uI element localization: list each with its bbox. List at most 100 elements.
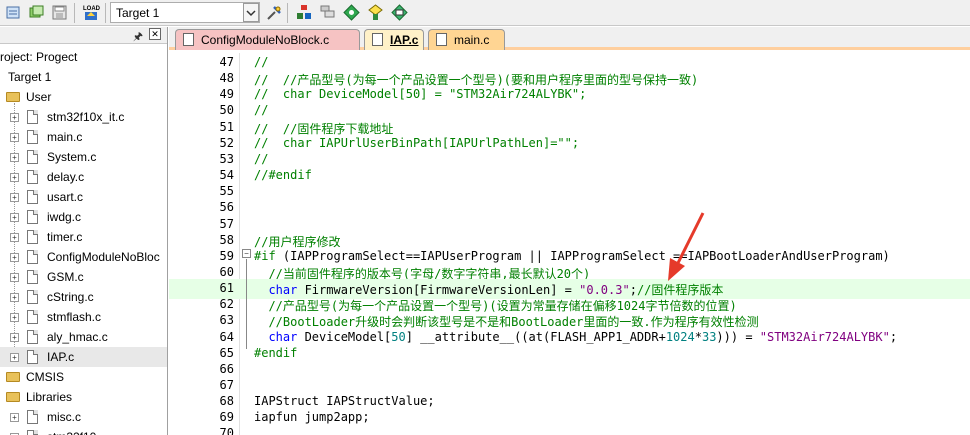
pin-icon[interactable]: 🖈	[133, 28, 143, 47]
save-file-icon[interactable]	[50, 3, 69, 22]
new-file-icon[interactable]	[4, 3, 23, 22]
file-item[interactable]: + usart.c	[0, 187, 167, 207]
file-label: iwdg.c	[47, 210, 82, 224]
code-text: char DeviceModel[50] __attribute__((at(F…	[268, 329, 898, 344]
line-number: 65	[219, 345, 234, 360]
file-item[interactable]: + IAP.c	[0, 347, 167, 367]
file-item[interactable]: + cString.c	[0, 287, 167, 307]
target-options-icon[interactable]	[264, 3, 283, 22]
file-item[interactable]: + timer.c	[0, 227, 167, 247]
expand-icon[interactable]: +	[10, 313, 19, 322]
file-label: timer.c	[47, 230, 83, 244]
file-icon	[372, 33, 383, 46]
folder-icon	[6, 372, 20, 382]
target-node[interactable]: Target 1	[0, 67, 167, 87]
line-number: 48	[219, 71, 234, 86]
code-editor[interactable]: 47//48// //产品型号(为每一个产品设置一个型号)(要和用户程序里面的型…	[169, 53, 970, 435]
file-icon	[27, 150, 38, 164]
manage-components-icon[interactable]	[294, 3, 313, 22]
project-panel: 🖈 ✕ roject: Progect Target 1 User + stm32…	[0, 27, 168, 435]
file-label: delay.c	[47, 170, 85, 184]
code-text: IAPStruct IAPStructValue;	[254, 394, 435, 409]
file-item[interactable]: + ConfigModuleNoBloc	[0, 247, 167, 267]
expand-icon[interactable]: +	[10, 413, 19, 422]
group-libraries[interactable]: Libraries	[0, 387, 167, 407]
line-number: 67	[219, 378, 234, 392]
file-item[interactable]: + stm32f10x_it.c	[0, 107, 167, 127]
line-number: 53	[219, 151, 234, 166]
code-text: iapfun jump2app;	[254, 410, 370, 425]
file-item[interactable]: + delay.c	[0, 167, 167, 187]
file-item[interactable]: + main.c	[0, 127, 167, 147]
editor-tab-bar: ConfigModuleNoBlock.c IAP.c main.c	[169, 27, 970, 50]
expand-icon[interactable]: +	[10, 113, 19, 122]
tab-label: ConfigModuleNoBlock.c	[201, 33, 330, 47]
group-label: User	[26, 90, 52, 104]
file-label: stm32f10...	[47, 430, 106, 435]
file-icon	[27, 130, 38, 144]
tab-configmodulenoblock[interactable]: ConfigModuleNoBlock.c	[175, 29, 360, 50]
file-label: IAP.c	[47, 350, 75, 364]
file-item[interactable]: + System.c	[0, 147, 167, 167]
software-components-icon[interactable]	[390, 3, 409, 22]
code-line[interactable]: 70	[169, 424, 970, 435]
file-icon	[27, 270, 38, 284]
target-select[interactable]: Target 1	[110, 2, 260, 23]
load-flash-icon[interactable]: LOAD	[80, 3, 102, 22]
file-item[interactable]: + GSM.c	[0, 267, 167, 287]
expand-icon[interactable]: +	[10, 213, 19, 222]
tab-label: IAP.c	[390, 33, 419, 47]
fold-toggle[interactable]: −	[242, 249, 251, 258]
tab-main[interactable]: main.c	[428, 29, 505, 50]
file-label: stmflash.c	[47, 310, 102, 324]
file-icon	[27, 310, 38, 324]
line-number: 61	[219, 281, 234, 296]
line-number: 58	[219, 232, 234, 247]
expand-icon[interactable]: +	[10, 133, 19, 142]
code-text: // char DeviceModel[50] = "STM32Air724AL…	[254, 87, 587, 102]
file-icon	[27, 410, 38, 424]
expand-icon[interactable]: +	[10, 153, 19, 162]
file-icon	[436, 33, 447, 46]
select-packs-icon[interactable]	[318, 3, 337, 22]
file-label: usart.c	[47, 190, 84, 204]
file-icon	[27, 290, 38, 304]
group-user[interactable]: User	[0, 87, 167, 107]
expand-icon[interactable]: +	[10, 173, 19, 182]
expand-icon[interactable]: +	[10, 233, 19, 242]
tab-iap[interactable]: IAP.c	[364, 29, 424, 50]
line-number: 69	[219, 410, 234, 425]
open-file-icon[interactable]	[27, 3, 46, 22]
group-cmsis[interactable]: CMSIS	[0, 367, 167, 387]
project-root[interactable]: roject: Progect	[0, 47, 167, 67]
expand-icon[interactable]: +	[10, 193, 19, 202]
line-number: 70	[219, 426, 234, 435]
expand-icon[interactable]: +	[10, 333, 19, 342]
pack-installer-icon[interactable]	[342, 3, 361, 22]
file-item[interactable]: + stmflash.c	[0, 307, 167, 327]
expand-icon[interactable]: +	[10, 353, 19, 362]
line-number: 63	[219, 313, 234, 328]
file-icon	[27, 250, 38, 264]
chevron-down-icon[interactable]	[243, 3, 259, 22]
tab-label: main.c	[454, 33, 490, 47]
group-label: Libraries	[26, 390, 73, 404]
code-text: //	[254, 55, 269, 69]
file-icon	[27, 210, 38, 224]
file-item[interactable]: +stm32f10...	[0, 427, 167, 435]
expand-icon[interactable]: +	[10, 273, 19, 282]
file-item[interactable]: + iwdg.c	[0, 207, 167, 227]
file-item[interactable]: + aly_hmac.c	[0, 327, 167, 347]
line-number: 62	[219, 297, 234, 312]
line-number: 51	[219, 119, 234, 134]
file-label: System.c	[47, 150, 97, 164]
expand-icon[interactable]: +	[10, 293, 19, 302]
file-item[interactable]: + misc.c	[0, 407, 167, 427]
expand-icon[interactable]: +	[10, 253, 19, 262]
toolbar: LOAD Target 1	[0, 0, 970, 26]
close-icon[interactable]: ✕	[149, 28, 161, 40]
line-number: 60	[219, 264, 234, 279]
batch-build-icon[interactable]	[366, 3, 385, 22]
line-number: 57	[219, 216, 234, 231]
file-label: GSM.c	[47, 270, 84, 284]
